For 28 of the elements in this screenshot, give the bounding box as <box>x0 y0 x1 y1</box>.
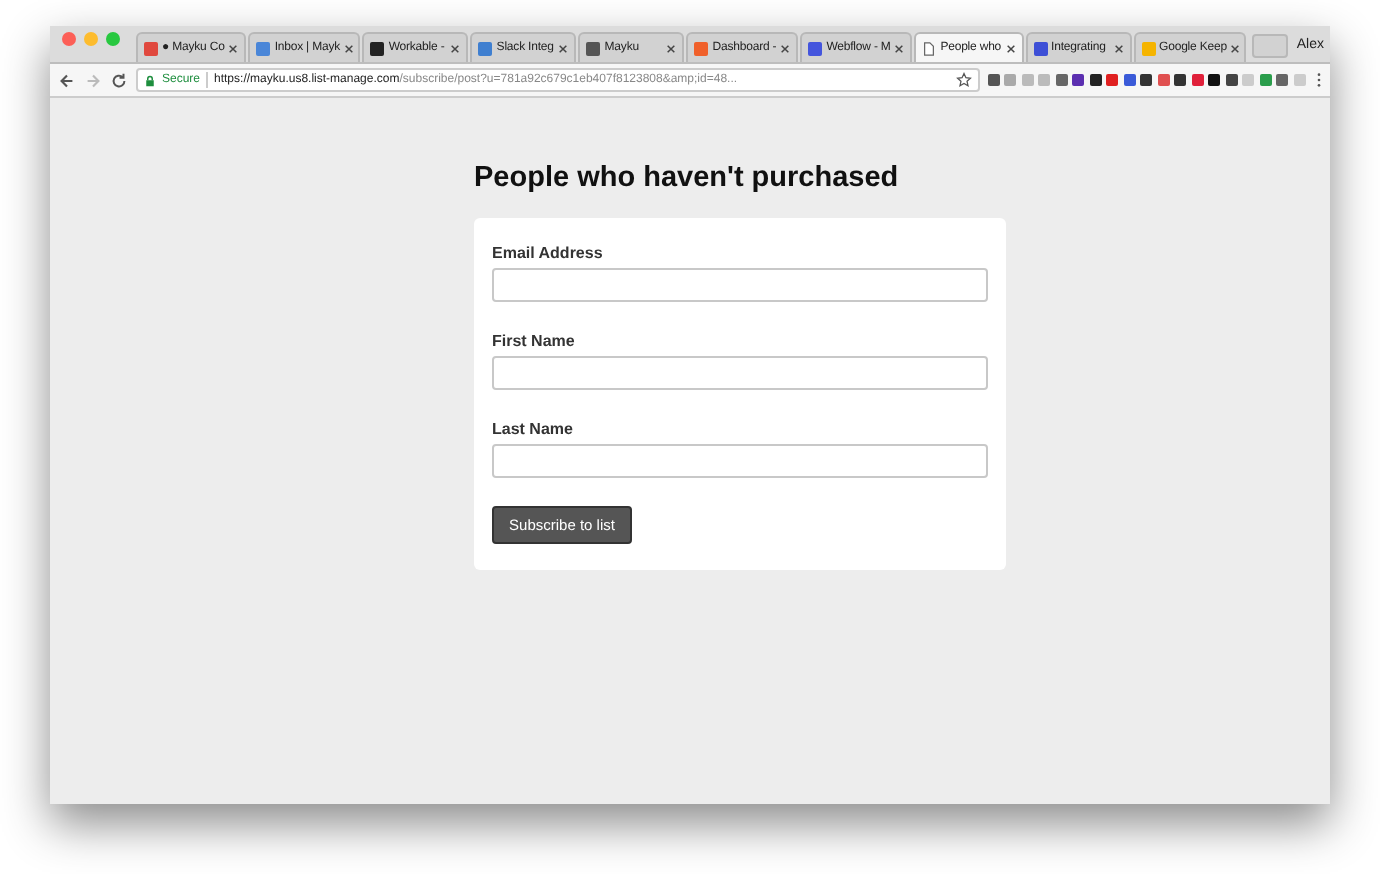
close-icon[interactable] <box>1230 43 1241 53</box>
input-field[interactable] <box>492 444 988 478</box>
star-icon[interactable] <box>955 72 971 88</box>
close-icon[interactable] <box>450 43 461 53</box>
back-icon[interactable] <box>58 71 76 89</box>
reload-icon[interactable] <box>110 71 128 89</box>
close-icon[interactable] <box>1113 43 1124 53</box>
close-icon[interactable] <box>558 43 569 53</box>
close-icon[interactable] <box>344 43 355 53</box>
input-field[interactable] <box>492 268 988 302</box>
input-field[interactable] <box>492 356 988 390</box>
close-icon[interactable] <box>666 43 677 53</box>
extension-icon[interactable] <box>1174 74 1186 86</box>
field-label: Last Name <box>492 420 575 438</box>
extension-icon[interactable] <box>1140 74 1152 86</box>
extension-icon[interactable] <box>1208 74 1220 86</box>
form-title: People who haven't purchased <box>474 160 901 196</box>
close-icon[interactable] <box>1005 43 1016 53</box>
close-icon[interactable] <box>228 43 239 53</box>
close-icon[interactable] <box>780 43 791 53</box>
lock-icon <box>144 73 156 87</box>
field-label: Email Address <box>492 244 605 262</box>
close-icon[interactable] <box>894 43 905 53</box>
menu-icon[interactable] <box>1316 72 1322 88</box>
extension-icon[interactable] <box>1089 74 1101 86</box>
field-label: First Name <box>492 332 577 350</box>
extension-icon[interactable] <box>987 74 999 86</box>
extension-icon[interactable] <box>1225 74 1237 86</box>
